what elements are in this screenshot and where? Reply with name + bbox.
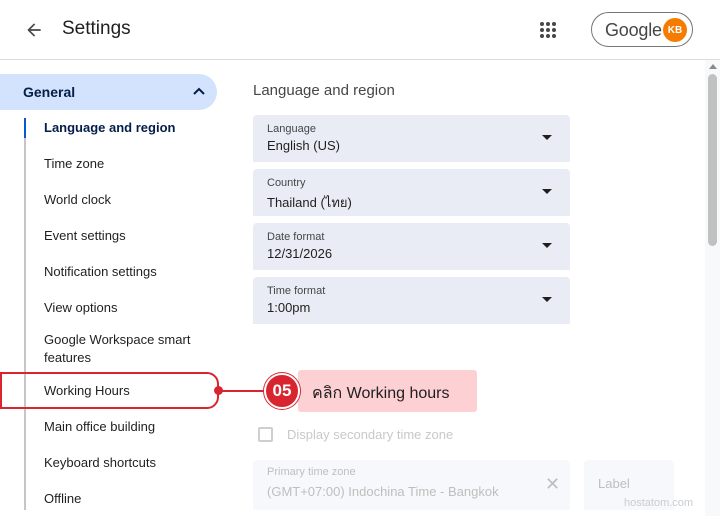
select-label: Time format: [267, 285, 326, 297]
sidebar-section-general[interactable]: General: [0, 74, 217, 110]
apps-grid-icon: [540, 22, 556, 38]
annotation-highlight-box: [0, 372, 219, 409]
primary-time-zone-field[interactable]: Primary time zone (GMT+07:00) Indochina …: [253, 460, 570, 510]
annotation-step-badge: 05: [264, 373, 300, 409]
label-placeholder: Label: [598, 476, 630, 491]
back-button[interactable]: [16, 12, 52, 48]
account-button[interactable]: Google KB: [591, 12, 693, 47]
field-label: Primary time zone: [267, 466, 356, 478]
select-value: Thailand (ไทย): [267, 195, 352, 210]
dropdown-arrow-icon: [542, 297, 552, 302]
sidebar-item-view-options[interactable]: View options: [44, 299, 204, 317]
language-select[interactable]: Language English (US): [253, 115, 570, 162]
annotation-text: คลิก Working hours: [312, 385, 450, 402]
google-logo-text: Google: [605, 20, 662, 40]
sidebar-item-main-office-building[interactable]: Main office building: [44, 418, 204, 436]
dropdown-arrow-icon: [542, 243, 552, 248]
arrow-back-icon: [27, 23, 41, 37]
page-title: Settings: [62, 18, 131, 39]
sidebar-item-world-clock[interactable]: World clock: [44, 191, 204, 209]
chevron-up-icon: [193, 87, 205, 95]
avatar: KB: [663, 18, 687, 42]
select-value: 1:00pm: [267, 300, 311, 315]
country-select[interactable]: Country Thailand (ไทย): [253, 169, 570, 216]
secondary-time-zone-checkbox[interactable]: [258, 427, 273, 442]
annotation-callout: คลิก Working hours: [298, 370, 477, 412]
sidebar-item-event-settings[interactable]: Event settings: [44, 227, 204, 245]
date-format-select[interactable]: Date format 12/31/2026: [253, 223, 570, 270]
sidebar-item-keyboard-shortcuts[interactable]: Keyboard shortcuts: [44, 454, 204, 472]
sidebar-section-label: General: [23, 84, 76, 100]
top-app-bar: Settings Google KB: [0, 0, 720, 60]
time-format-select[interactable]: Time format 1:00pm: [253, 277, 570, 324]
checkbox-label: Display secondary time zone: [287, 427, 454, 442]
watermark: hostatom.com: [624, 497, 694, 509]
field-value: (GMT+07:00) Indochina Time - Bangkok: [267, 484, 499, 499]
sidebar-item-notification-settings[interactable]: Notification settings: [44, 263, 204, 281]
dropdown-arrow-icon: [542, 135, 552, 140]
annotation-dot: [214, 386, 223, 395]
sidebar-item-time-zone[interactable]: Time zone: [44, 155, 204, 173]
nav-tree-line: [24, 118, 26, 510]
annotation-connector: [219, 390, 269, 392]
dropdown-arrow-icon: [542, 189, 552, 194]
sidebar-item-workspace-smart-features[interactable]: Google Workspace smart features: [44, 331, 199, 367]
sidebar-item-language-region[interactable]: Language and region: [44, 119, 204, 137]
select-label: Language: [267, 123, 316, 135]
scrollbar-thumb[interactable]: [708, 74, 717, 246]
section-title: Language and region: [253, 82, 395, 99]
select-value: 12/31/2026: [267, 246, 333, 261]
select-label: Country: [267, 177, 306, 189]
nav-active-indicator: [24, 118, 26, 138]
select-label: Date format: [267, 231, 325, 243]
sidebar-item-offline[interactable]: Offline: [44, 490, 204, 508]
clear-icon[interactable]: ✕: [545, 474, 560, 495]
scroll-up-arrow-icon[interactable]: [709, 64, 717, 69]
select-value: English (US): [267, 138, 340, 153]
google-apps-button[interactable]: [532, 14, 564, 46]
